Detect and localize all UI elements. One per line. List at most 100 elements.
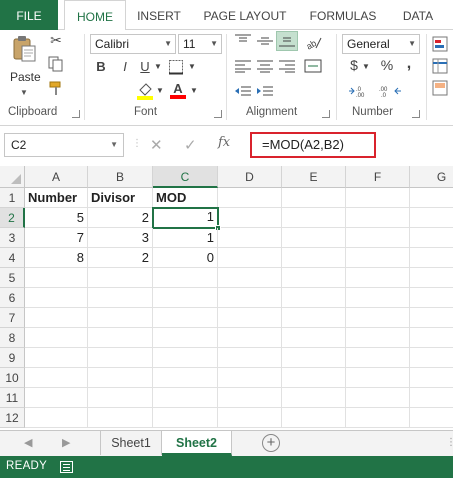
increase-decimal-icon[interactable]: .0.00 — [348, 84, 372, 99]
grid-cell[interactable] — [88, 288, 153, 308]
increase-indent-icon[interactable] — [256, 84, 274, 98]
row-header-3[interactable]: 3 — [0, 228, 25, 248]
grid-cell[interactable] — [88, 408, 153, 428]
number-format-combo[interactable]: General ▼ — [342, 34, 420, 54]
grid-cell[interactable] — [153, 288, 218, 308]
font-size-combo[interactable]: 11 ▼ — [178, 34, 222, 54]
cell-a1[interactable]: Number — [25, 188, 88, 208]
enter-icon[interactable]: ✓ — [184, 136, 197, 154]
conditional-formatting-icon[interactable] — [432, 36, 448, 52]
grid-cell[interactable] — [410, 228, 453, 248]
column-header-b[interactable]: B — [88, 166, 153, 188]
grid-cell[interactable] — [282, 388, 346, 408]
cell-a3[interactable]: 7 — [25, 228, 88, 248]
cell-c1[interactable]: MOD — [153, 188, 218, 208]
grid-cell[interactable] — [25, 328, 88, 348]
grid-cell[interactable] — [346, 348, 410, 368]
font-color-icon[interactable]: A — [170, 82, 186, 100]
grid-cell[interactable] — [410, 328, 453, 348]
cell-c4[interactable]: 0 — [153, 248, 218, 268]
grid-cell[interactable] — [346, 308, 410, 328]
sheet-tab-sheet1[interactable]: Sheet1 — [100, 431, 162, 455]
grid-cell[interactable] — [410, 388, 453, 408]
cell-b3[interactable]: 3 — [88, 228, 153, 248]
orientation-icon[interactable]: ab — [304, 34, 322, 52]
grid-cell[interactable] — [218, 248, 282, 268]
currency-format-button[interactable]: $ — [348, 58, 360, 74]
grid-cell[interactable] — [346, 188, 410, 208]
row-header-9[interactable]: 9 — [0, 348, 25, 368]
decrease-decimal-icon[interactable]: .00.0 — [378, 84, 402, 99]
row-header-7[interactable]: 7 — [0, 308, 25, 328]
column-header-d[interactable]: D — [218, 166, 282, 188]
font-launcher-icon[interactable] — [214, 110, 222, 118]
grid-cell[interactable] — [346, 268, 410, 288]
grid-cell[interactable] — [346, 408, 410, 428]
grid-cell[interactable] — [282, 248, 346, 268]
grid-cell[interactable] — [88, 268, 153, 288]
grid-cell[interactable] — [88, 388, 153, 408]
grid-cell[interactable] — [25, 308, 88, 328]
row-header-12[interactable]: 12 — [0, 408, 25, 428]
grid-cell[interactable] — [346, 208, 410, 228]
grid-cell[interactable] — [218, 188, 282, 208]
number-launcher-icon[interactable] — [412, 110, 420, 118]
grid-cell[interactable] — [153, 308, 218, 328]
column-header-a[interactable]: A — [25, 166, 88, 188]
chevron-down-icon[interactable]: ▼ — [190, 87, 198, 95]
chevron-down-icon[interactable]: ▼ — [154, 63, 162, 71]
grid-cell[interactable] — [88, 308, 153, 328]
grid-cell[interactable] — [218, 268, 282, 288]
cell-a2[interactable]: 5 — [25, 208, 88, 228]
font-name-combo[interactable]: Calibri ▼ — [90, 34, 176, 54]
cancel-icon[interactable]: ✕ — [150, 136, 163, 154]
grid-cell[interactable] — [346, 388, 410, 408]
grid-cell[interactable] — [25, 268, 88, 288]
row-header-5[interactable]: 5 — [0, 268, 25, 288]
name-box[interactable]: C2 ▼ — [4, 133, 124, 157]
grid-cell[interactable] — [282, 368, 346, 388]
grid-cell[interactable] — [282, 268, 346, 288]
alignment-launcher-icon[interactable] — [322, 110, 330, 118]
grid-cell[interactable] — [218, 348, 282, 368]
grid-cell[interactable] — [282, 208, 346, 228]
grid-cell[interactable] — [218, 408, 282, 428]
paste-icon[interactable] — [12, 34, 38, 64]
grid-cell[interactable] — [410, 248, 453, 268]
cell-c2[interactable]: 1 — [152, 207, 219, 229]
grid-cell[interactable] — [218, 208, 282, 228]
grid-cell[interactable] — [282, 188, 346, 208]
tab-data[interactable]: DATA — [396, 0, 440, 30]
align-bottom-icon[interactable] — [276, 31, 298, 51]
cut-icon[interactable]: ✂ — [48, 33, 64, 49]
format-painter-icon[interactable] — [48, 80, 64, 96]
grid-cell[interactable] — [25, 348, 88, 368]
grid-cell[interactable] — [410, 268, 453, 288]
grid-cell[interactable] — [218, 288, 282, 308]
row-header-1[interactable]: 1 — [0, 188, 25, 208]
tab-page-layout[interactable]: PAGE LAYOUT — [200, 0, 290, 30]
chevron-down-icon[interactable]: ▼ — [188, 63, 196, 71]
decrease-indent-icon[interactable] — [234, 84, 252, 98]
grid-cell[interactable] — [218, 368, 282, 388]
grid-cell[interactable] — [25, 408, 88, 428]
grid-cell[interactable] — [218, 308, 282, 328]
fill-color-icon[interactable] — [136, 82, 154, 100]
italic-button[interactable]: I — [118, 60, 132, 76]
borders-icon[interactable] — [168, 59, 184, 75]
cell-b4[interactable]: 2 — [88, 248, 153, 268]
grid-cell[interactable] — [282, 288, 346, 308]
percent-format-button[interactable]: % — [380, 58, 394, 74]
grid-cell[interactable] — [88, 348, 153, 368]
grid-cell[interactable] — [88, 328, 153, 348]
tab-formulas[interactable]: FORMULAS — [306, 0, 380, 30]
chevron-down-icon[interactable]: ▼ — [156, 87, 164, 95]
column-header-f[interactable]: F — [346, 166, 410, 188]
format-as-table-icon[interactable] — [432, 58, 448, 74]
grid-cell[interactable] — [410, 348, 453, 368]
cell-styles-icon[interactable] — [432, 80, 448, 96]
grid-cell[interactable] — [153, 408, 218, 428]
grid-cell[interactable] — [410, 308, 453, 328]
grid-cell[interactable] — [153, 268, 218, 288]
row-header-10[interactable]: 10 — [0, 368, 25, 388]
